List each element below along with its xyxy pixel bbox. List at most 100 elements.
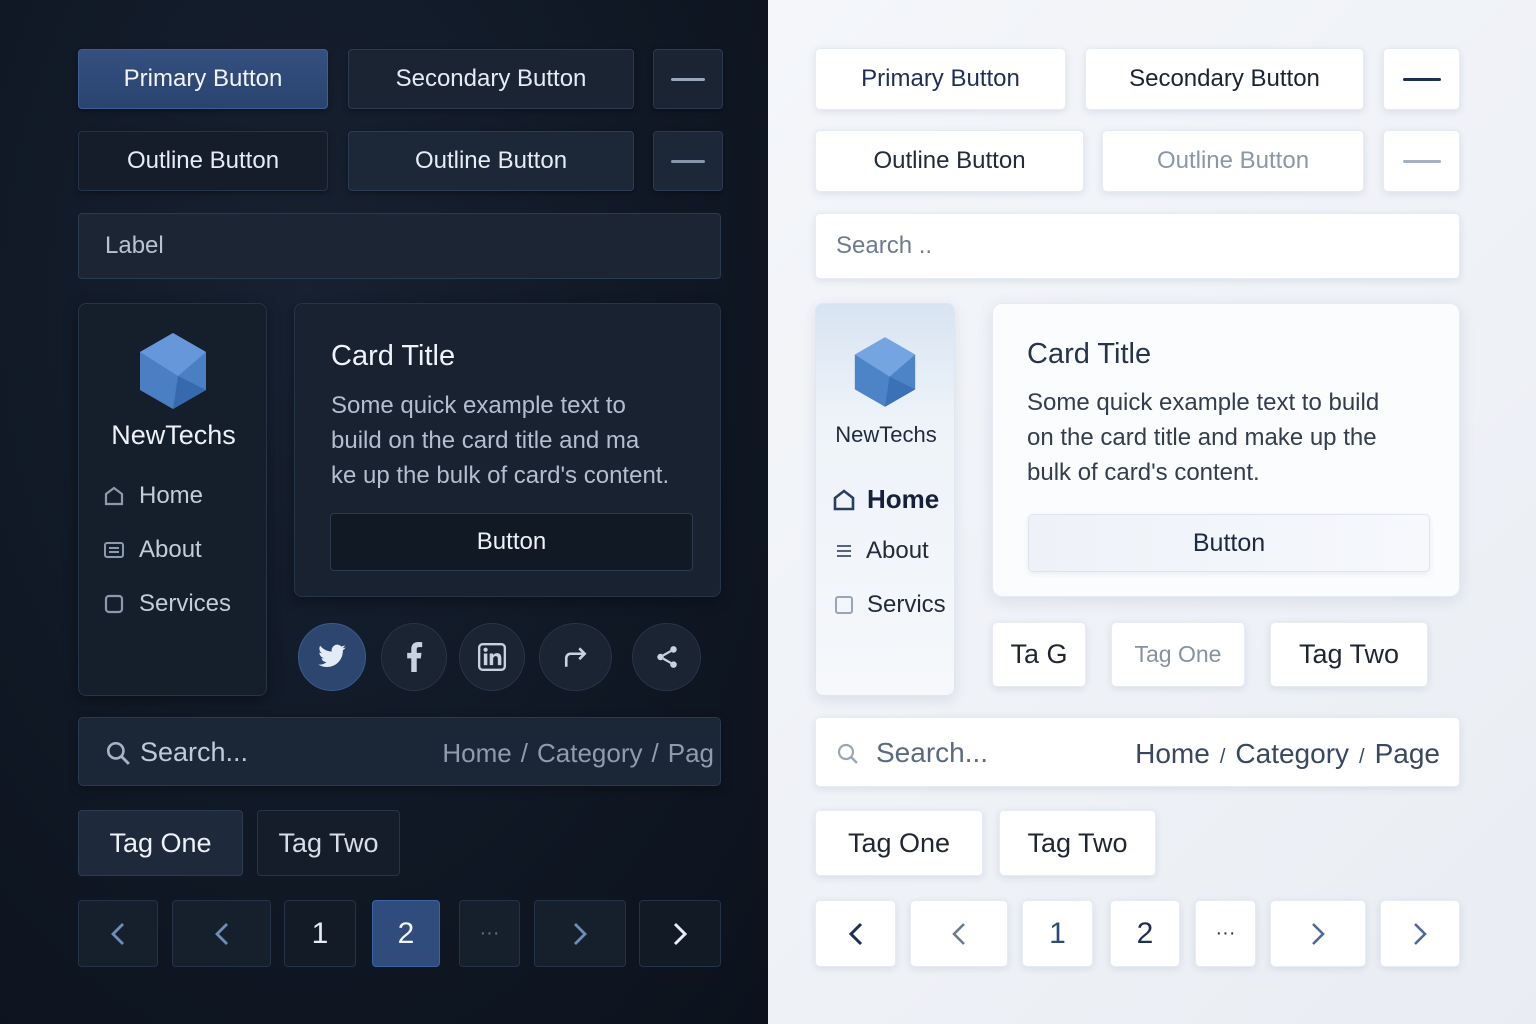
pagination-page-2-active[interactable]: 2 [372,900,440,967]
list-icon [837,545,851,557]
tag-one[interactable]: Tag One [78,810,243,876]
search-input-field[interactable]: Search... [876,737,988,769]
chevron-right-icon [673,922,688,945]
dark-theme-panel: Primary Button Secondary Button Outline … [0,0,768,1024]
pagination-page-1[interactable]: 1 [1022,900,1093,967]
breadcrumb-separator: / [651,738,659,768]
search-bar[interactable]: Search... Home / Category / Pag [78,717,721,786]
card-text-line: Some quick example text to [331,392,626,419]
share-arrow-icon [564,647,587,667]
breadcrumb: Home / Category / Page [1135,738,1440,770]
sidebar: NewTechs Home About Services [78,303,267,696]
sidebar-item-label: About [866,537,929,564]
outline-button[interactable]: Outline Button [78,131,328,191]
chevron-left-icon [952,922,965,945]
sidebar-item-home[interactable]: Home [833,484,939,515]
pagination-prev[interactable] [910,900,1008,967]
pagination-last[interactable] [1380,900,1460,967]
breadcrumb-item[interactable]: Category [1235,738,1349,770]
pagination-first[interactable] [78,900,158,967]
minus-icon [1402,77,1441,81]
minus-icon [671,77,705,81]
primary-button[interactable]: Primary Button [78,49,328,109]
breadcrumb-item[interactable]: Category [537,738,643,769]
label-input[interactable]: Label [78,213,721,279]
minus-button-2[interactable] [1383,130,1460,192]
card-title: Card Title [1027,338,1152,370]
tag-one[interactable]: Tag One [815,810,983,876]
facebook-button[interactable] [381,623,447,691]
breadcrumb-item[interactable]: Pag [668,738,714,769]
breadcrumb-item[interactable]: Home [442,738,511,769]
pagination-last[interactable] [639,900,721,967]
twitter-icon [318,644,346,668]
sidebar-item-about[interactable]: About [103,536,202,564]
tag-ta-g[interactable]: Ta G [992,622,1086,687]
tag-one-muted[interactable]: Tag One [1111,622,1245,687]
brand-logo-icon [138,331,208,411]
card-text-line: ke up the bulk of card's content. [331,462,670,489]
sidebar-item-services[interactable]: Servics [833,591,946,619]
breadcrumb: Home / Category / Pag [442,738,714,769]
minus-button[interactable] [1383,48,1460,110]
facebook-icon [407,642,423,672]
linkedin-button[interactable] [459,623,525,691]
square-icon [835,596,853,614]
sidebar-item-label: Services [139,590,232,617]
search-input[interactable]: Search... [140,737,248,768]
breadcrumb-item[interactable]: Page [1375,738,1440,770]
pagination-page-1[interactable]: 1 [284,900,356,967]
card-text: Some quick example text to build on the … [1027,385,1379,490]
card-text: Some quick example text to build on the … [331,388,669,493]
chevron-left-icon [111,922,124,945]
pagination-prev[interactable] [172,900,271,967]
sidebar-item-about[interactable]: About [834,537,929,565]
search-icon [106,741,130,765]
brand-name: NewTechs [111,420,236,450]
light-theme-panel: Primary Button Secondary Button Outline … [768,0,1536,1024]
share-button[interactable] [632,623,701,691]
sidebar-item-services[interactable]: Services [103,590,231,618]
twitter-button[interactable] [298,623,366,691]
breadcrumb-separator: / [1219,746,1226,768]
card-button[interactable]: Button [1028,514,1430,572]
sidebar-item-label: Home [139,482,204,509]
search-icon [837,743,858,764]
card-title: Card Title [331,340,456,372]
pagination-page-2[interactable]: 2 [1110,900,1180,967]
breadcrumb-item[interactable]: Home [1135,738,1210,770]
search-input[interactable]: Search .. [815,213,1460,279]
share-arrow-button[interactable] [539,623,612,691]
card-button[interactable]: Button [330,513,693,571]
pagination-first[interactable] [815,900,896,967]
card-text-line: build on the card title and ma [331,427,640,454]
search-bar[interactable]: Search... Home / Category / Page [815,717,1460,787]
outline-button-filled[interactable]: Outline Button [348,131,634,191]
chevron-right-icon [1312,922,1325,945]
home-icon [104,486,124,506]
minus-icon [1402,159,1441,163]
minus-button[interactable] [653,49,723,109]
tag-two[interactable]: Tag Two [257,810,400,876]
primary-button[interactable]: Primary Button [815,48,1066,110]
card: Card Title Some quick example text to bu… [294,303,721,597]
outline-button-muted[interactable]: Outline Button [1102,130,1364,192]
breadcrumb-separator: / [520,738,528,768]
list-icon [104,542,124,558]
tag-two-top[interactable]: Tag Two [1270,622,1428,687]
secondary-button[interactable]: Secondary Button [1085,48,1364,110]
breadcrumb-separator: / [1359,746,1365,768]
brand-logo-icon [853,334,917,410]
pagination-ellipsis: ··· [459,900,520,967]
pagination-next[interactable] [1270,900,1366,967]
pagination-ellipsis: ··· [1195,900,1256,967]
tag-two[interactable]: Tag Two [999,810,1156,876]
square-icon [104,594,124,614]
card-text-line: on the card title and make up the [1027,424,1377,451]
secondary-button[interactable]: Secondary Button [348,49,634,109]
sidebar-item-home[interactable]: Home [103,482,203,510]
outline-button[interactable]: Outline Button [815,130,1084,192]
minus-button-2[interactable] [653,131,723,191]
pagination-next[interactable] [534,900,626,967]
sidebar: NewTechs Home About Servics [815,303,955,696]
